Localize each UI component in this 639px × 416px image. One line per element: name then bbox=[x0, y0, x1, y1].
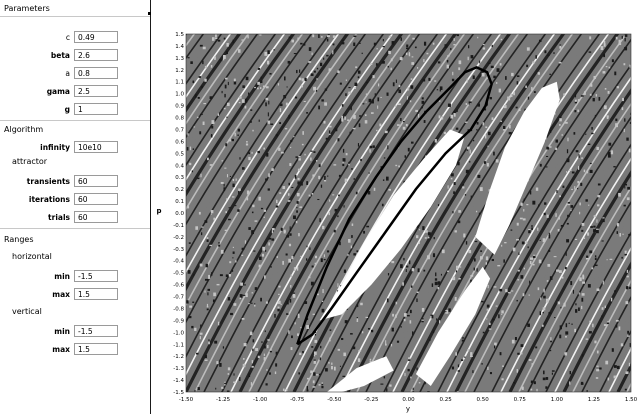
control-panel: Parameters c beta a gama g Algorithm inf… bbox=[0, 0, 151, 414]
y-tick-label: -1.3 bbox=[173, 366, 184, 372]
y-tick-label: 0.8 bbox=[175, 116, 184, 122]
vertical-min-field[interactable] bbox=[74, 325, 118, 337]
subsection-title-attractor: attractor bbox=[12, 157, 48, 166]
label-horizontal-max: max bbox=[52, 290, 70, 299]
y-tick-label: 0.2 bbox=[175, 187, 184, 193]
x-tick-label: -0.25 bbox=[364, 397, 379, 403]
beta-field[interactable] bbox=[74, 49, 118, 61]
y-tick-label: -0.9 bbox=[173, 318, 184, 324]
y-tick-label: 1.5 bbox=[175, 32, 184, 38]
y-axis-label: p bbox=[156, 207, 161, 215]
y-tick-label: -0.1 bbox=[173, 223, 184, 229]
label-c: c bbox=[65, 33, 70, 42]
divider bbox=[0, 228, 150, 229]
y-tick-label: 0.5 bbox=[175, 151, 184, 157]
y-tick-label: 0.3 bbox=[175, 175, 184, 181]
plot-area[interactable]: 1.5 1.4 1.3 1.2 1.1 1.0 0.9 0.8 0.7 0.6 0.5 0.4 0.3 0… bbox=[151, 0, 639, 414]
subsection-title-vertical: vertical bbox=[12, 307, 42, 316]
y-tick-label: -0.4 bbox=[173, 259, 184, 265]
y-tick-label: -1.2 bbox=[173, 354, 184, 360]
label-horizontal-min: min bbox=[54, 272, 70, 281]
label-a: a bbox=[65, 69, 70, 78]
horizontal-max-field[interactable] bbox=[74, 288, 118, 300]
label-vertical-max: max bbox=[52, 345, 70, 354]
y-tick-label: -1.1 bbox=[173, 342, 184, 348]
infinity-field[interactable] bbox=[74, 141, 118, 153]
y-tick-label: -0.5 bbox=[173, 271, 184, 277]
y-tick-label: 1.3 bbox=[175, 56, 184, 62]
gama-field[interactable] bbox=[74, 85, 118, 97]
y-tick-label: 0.7 bbox=[175, 127, 184, 133]
transients-field[interactable] bbox=[74, 175, 118, 187]
horizontal-min-field[interactable] bbox=[74, 270, 118, 282]
x-tick-label: 1.25 bbox=[588, 397, 601, 403]
y-tick-label: -0.3 bbox=[173, 247, 184, 253]
vertical-max-field[interactable] bbox=[74, 343, 118, 355]
label-infinity: infinity bbox=[40, 143, 70, 152]
x-tick-label: 1.50 bbox=[625, 397, 638, 403]
y-tick-label: 1.4 bbox=[175, 44, 184, 50]
y-tick-label: 0.9 bbox=[175, 104, 184, 110]
subsection-title-horizontal: horizontal bbox=[12, 252, 52, 261]
x-tick-label: 0.75 bbox=[514, 397, 527, 403]
y-tick-label: 0.1 bbox=[175, 199, 184, 205]
x-tick-label: 0.25 bbox=[439, 397, 452, 403]
c-field[interactable] bbox=[74, 31, 118, 43]
x-tick-label: 0.00 bbox=[402, 397, 415, 403]
y-tick-label: -0.2 bbox=[173, 235, 184, 241]
label-beta: beta bbox=[50, 51, 70, 60]
y-tick-label: -1.5 bbox=[173, 390, 184, 396]
x-axis-ticks: -1.50 -1.25 -1.00 -0.75 -0.50 -0.25 0.00 0.25 0.… bbox=[179, 397, 638, 403]
x-tick-label: -0.75 bbox=[290, 397, 305, 403]
trials-field[interactable] bbox=[74, 211, 118, 223]
label-gama: gama bbox=[46, 87, 70, 96]
y-tick-label: 0.0 bbox=[175, 211, 184, 217]
basin-plot[interactable]: 1.5 1.4 1.3 1.2 1.1 1.0 0.9 0.8 0.7 0.6 0.5 0.4 0.3 0… bbox=[151, 0, 639, 414]
x-tick-label: -1.50 bbox=[179, 397, 194, 403]
y-tick-label: -0.8 bbox=[173, 306, 184, 312]
y-tick-label: -0.7 bbox=[173, 295, 184, 301]
section-title-parameters: Parameters bbox=[4, 4, 50, 13]
y-tick-label: 1.2 bbox=[175, 68, 184, 74]
y-tick-label: -0.6 bbox=[173, 283, 184, 289]
label-transients: transients bbox=[26, 177, 70, 186]
y-axis-ticks: 1.5 1.4 1.3 1.2 1.1 1.0 0.9 0.8 0.7 0.6 0.5 0.4 0.3 0… bbox=[173, 32, 184, 396]
label-vertical-min: min bbox=[54, 327, 70, 336]
x-tick-label: 1.00 bbox=[551, 397, 564, 403]
label-g: g bbox=[64, 105, 70, 114]
x-tick-label: 0.50 bbox=[477, 397, 490, 403]
x-axis-label: y bbox=[406, 405, 410, 413]
y-tick-label: 1.1 bbox=[175, 80, 184, 86]
y-tick-label: -1.0 bbox=[173, 330, 184, 336]
section-title-algorithm: Algorithm bbox=[4, 125, 44, 134]
x-tick-label: -0.50 bbox=[327, 397, 342, 403]
x-tick-label: -1.00 bbox=[253, 397, 268, 403]
x-tick-label: -1.25 bbox=[216, 397, 231, 403]
y-tick-label: 0.4 bbox=[175, 163, 184, 169]
label-trials: trials bbox=[48, 213, 70, 222]
g-field[interactable] bbox=[74, 103, 118, 115]
label-iterations: iterations bbox=[28, 195, 70, 204]
divider bbox=[0, 16, 150, 17]
iterations-field[interactable] bbox=[74, 193, 118, 205]
a-field[interactable] bbox=[74, 67, 118, 79]
y-tick-label: 1.0 bbox=[175, 92, 184, 98]
divider bbox=[0, 120, 150, 121]
y-tick-label: -1.4 bbox=[173, 378, 184, 384]
y-tick-label: 0.6 bbox=[175, 139, 184, 145]
section-title-ranges: Ranges bbox=[4, 235, 34, 244]
